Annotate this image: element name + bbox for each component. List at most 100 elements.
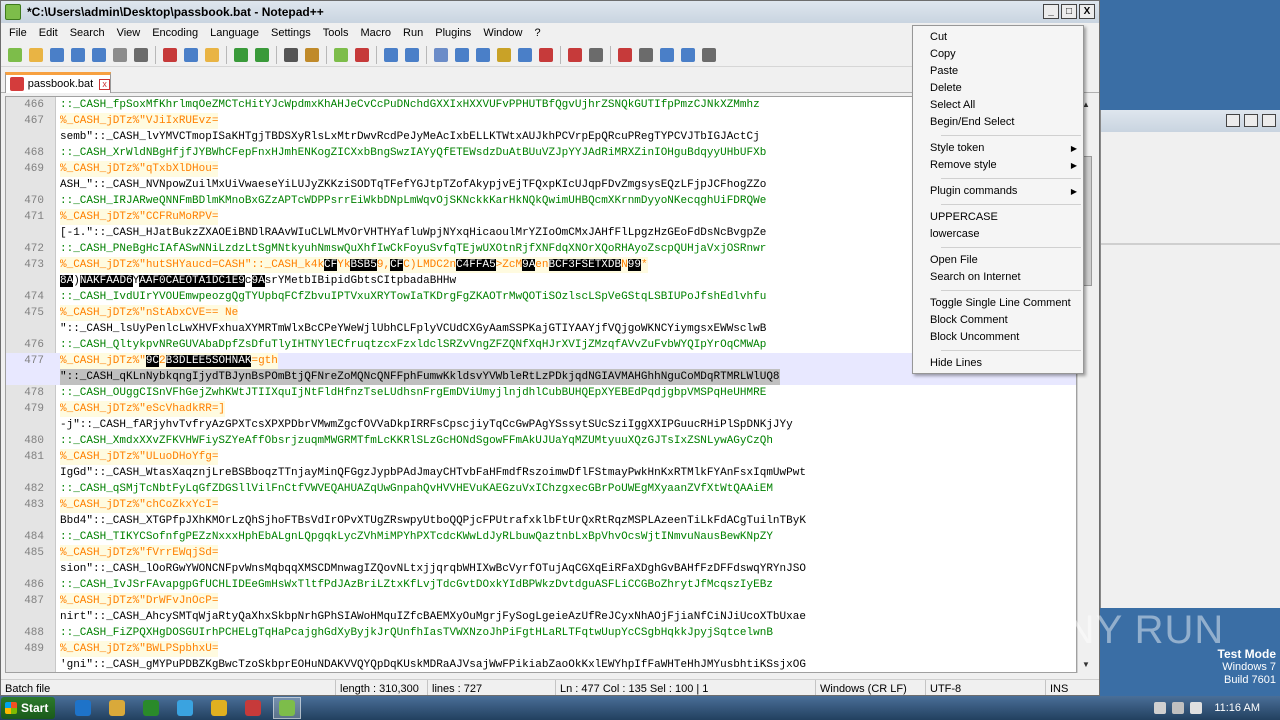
toolbar-button-29[interactable] (657, 45, 677, 65)
tab-passbook-bat[interactable]: passbook.bat x (5, 72, 111, 93)
toolbar-button-17[interactable] (381, 45, 401, 65)
menu-file[interactable]: File (3, 27, 33, 39)
code-line[interactable]: 480::_CASH_XmdxXXvZFKVHWFiySZYeAffObsrjz… (6, 433, 1076, 449)
taskbar-app-4[interactable] (171, 697, 199, 719)
ctx-item-cut[interactable]: Cut (913, 29, 1083, 46)
menu-view[interactable]: View (111, 27, 147, 39)
ctx-item-begin-end-select[interactable]: Begin/End Select (913, 114, 1083, 131)
ctx-item-toggle-single-line-comment[interactable]: Toggle Single Line Comment (913, 295, 1083, 312)
ctx-item-style-token[interactable]: Style token ▶ (913, 140, 1083, 157)
ctx-item-delete[interactable]: Delete (913, 80, 1083, 97)
code-line[interactable]: -j"::_CASH_fARjyhvTvfryAzGPXTcsXPXPDbrVM… (6, 417, 1076, 433)
menu-encoding[interactable]: Encoding (146, 27, 204, 39)
maximize-button[interactable]: □ (1061, 4, 1077, 19)
bg-minimize-button[interactable] (1226, 114, 1240, 127)
menu-language[interactable]: Language (204, 27, 265, 39)
toolbar-button-1[interactable] (5, 45, 25, 65)
toolbar-button-19[interactable] (431, 45, 451, 65)
code-line[interactable]: 489 %_CASH_jDTz%"BWLPSpbhxU= (6, 641, 1076, 657)
ctx-item-hide-lines[interactable]: Hide Lines (913, 355, 1083, 372)
code-line[interactable]: 478::_CASH_OUggCISnVFhGejZwhKWtJTIIXquIj… (6, 385, 1076, 401)
code-line[interactable]: 483 %_CASH_jDTz%"chCoZkxYcI= (6, 497, 1076, 513)
code-line[interactable]: 'gni"::_CASH_gMYPuPDBZKgBwcTzoSkbprEOHuN… (6, 657, 1076, 672)
code-line[interactable]: 484::_CASH_TIKYCSofnfgPEZzNxxxHphEbALgnL… (6, 529, 1076, 545)
code-line[interactable]: 479 %_CASH_jDTz%"eScVhadkRR=] (6, 401, 1076, 417)
taskbar-app-6[interactable] (239, 697, 267, 719)
toolbar-button-30[interactable] (678, 45, 698, 65)
toolbar-button-2[interactable] (26, 45, 46, 65)
network-icon[interactable] (1172, 702, 1185, 714)
toolbar-button-3[interactable] (47, 45, 67, 65)
bg-close-button[interactable] (1262, 114, 1276, 127)
scroll-down-icon[interactable]: ▼ (1078, 656, 1094, 673)
toolbar-button-27[interactable] (615, 45, 635, 65)
taskbar-app-7[interactable] (273, 697, 301, 719)
tab-close-icon[interactable]: x (99, 78, 110, 90)
code-line[interactable]: 487 %_CASH_jDTz%"DrWFvJnOcP= (6, 593, 1076, 609)
toolbar-button-14[interactable] (302, 45, 322, 65)
menu-plugins[interactable]: Plugins (429, 27, 477, 39)
ctx-item-paste[interactable]: Paste (913, 63, 1083, 80)
code-line[interactable]: 481 %_CASH_jDTz%"ULuoDHoYfg= (6, 449, 1076, 465)
ctx-item-select-all[interactable]: Select All (913, 97, 1083, 114)
toolbar-button-10[interactable] (202, 45, 222, 65)
toolbar-button-7[interactable] (131, 45, 151, 65)
bg-maximize-button[interactable] (1244, 114, 1258, 127)
toolbar-button-6[interactable] (110, 45, 130, 65)
minimize-button[interactable]: _ (1043, 4, 1059, 19)
toolbar-button-15[interactable] (331, 45, 351, 65)
ctx-item-block-uncomment[interactable]: Block Uncomment (913, 329, 1083, 346)
toolbar-button-28[interactable] (636, 45, 656, 65)
toolbar-button-12[interactable] (252, 45, 272, 65)
toolbar-button-9[interactable] (181, 45, 201, 65)
toolbar-button-11[interactable] (231, 45, 251, 65)
code-line[interactable]: 486::_CASH_IvJSrFAvapgpGfUCHLIDEeGmHsWxT… (6, 577, 1076, 593)
code-line[interactable]: sion"::_CASH_lOoRGwYWONCNFpvWnsMqbqqXMSC… (6, 561, 1076, 577)
ctx-item-block-comment[interactable]: Block Comment (913, 312, 1083, 329)
ctx-item-remove-style[interactable]: Remove style ▶ (913, 157, 1083, 174)
toolbar-button-25[interactable] (565, 45, 585, 65)
ctx-item-plugin-commands[interactable]: Plugin commands ▶ (913, 183, 1083, 200)
ctx-item-copy[interactable]: Copy (913, 46, 1083, 63)
toolbar-button-31[interactable] (699, 45, 719, 65)
menu-edit[interactable]: Edit (33, 27, 64, 39)
menu-help[interactable]: ? (528, 27, 546, 39)
toolbar-button-26[interactable] (586, 45, 606, 65)
menu-run[interactable]: Run (397, 27, 429, 39)
menu-window[interactable]: Window (477, 27, 528, 39)
toolbar-button-24[interactable] (536, 45, 556, 65)
ctx-item-uppercase[interactable]: UPPERCASE (913, 209, 1083, 226)
taskbar-app-1[interactable] (69, 697, 97, 719)
ctx-item-lowercase[interactable]: lowercase (913, 226, 1083, 243)
toolbar-button-23[interactable] (515, 45, 535, 65)
code-line[interactable]: 488::_CASH_FiZPQXHgDOSGUIrhPCHELgTqHaPca… (6, 625, 1076, 641)
menu-tools[interactable]: Tools (317, 27, 355, 39)
taskbar-app-5[interactable] (205, 697, 233, 719)
toolbar-button-18[interactable] (402, 45, 422, 65)
start-button[interactable]: Start (1, 697, 55, 719)
code-line[interactable]: Bbd4"::_CASH_XTGPfpJXhKMOrLzQhSjhoFTBsVd… (6, 513, 1076, 529)
toolbar-button-21[interactable] (473, 45, 493, 65)
background-window[interactable] (1100, 110, 1280, 608)
toolbar-button-4[interactable] (68, 45, 88, 65)
taskbar-app-3[interactable] (137, 697, 165, 719)
menu-settings[interactable]: Settings (265, 27, 317, 39)
toolbar-button-13[interactable] (281, 45, 301, 65)
ctx-item-open-file[interactable]: Open File (913, 252, 1083, 269)
toolbar-button-5[interactable] (89, 45, 109, 65)
toolbar-button-16[interactable] (352, 45, 372, 65)
toolbar-button-20[interactable] (452, 45, 472, 65)
code-line[interactable]: 482::_CASH_qSMjTcNbtFyLqGfZDGSllVilFnCtf… (6, 481, 1076, 497)
menu-search[interactable]: Search (64, 27, 111, 39)
volume-icon[interactable] (1190, 702, 1203, 714)
ctx-item-search-on-internet[interactable]: Search on Internet (913, 269, 1083, 286)
title-bar[interactable]: *C:\Users\admin\Desktop\passbook.bat - N… (1, 1, 1099, 23)
taskbar-app-2[interactable] (103, 697, 131, 719)
close-button[interactable]: X (1079, 4, 1095, 19)
toolbar-button-22[interactable] (494, 45, 514, 65)
menu-macro[interactable]: Macro (354, 27, 397, 39)
toolbar-button-8[interactable] (160, 45, 180, 65)
clock[interactable]: 11:16 AM (1214, 702, 1260, 714)
code-line[interactable]: nirt"::_CASH_AhcySMTqWjaRtyQaXhxSkbpNrhG… (6, 609, 1076, 625)
code-line[interactable]: IgGd"::_CASH_WtasXaqznjLreBSBboqzTTnjayM… (6, 465, 1076, 481)
